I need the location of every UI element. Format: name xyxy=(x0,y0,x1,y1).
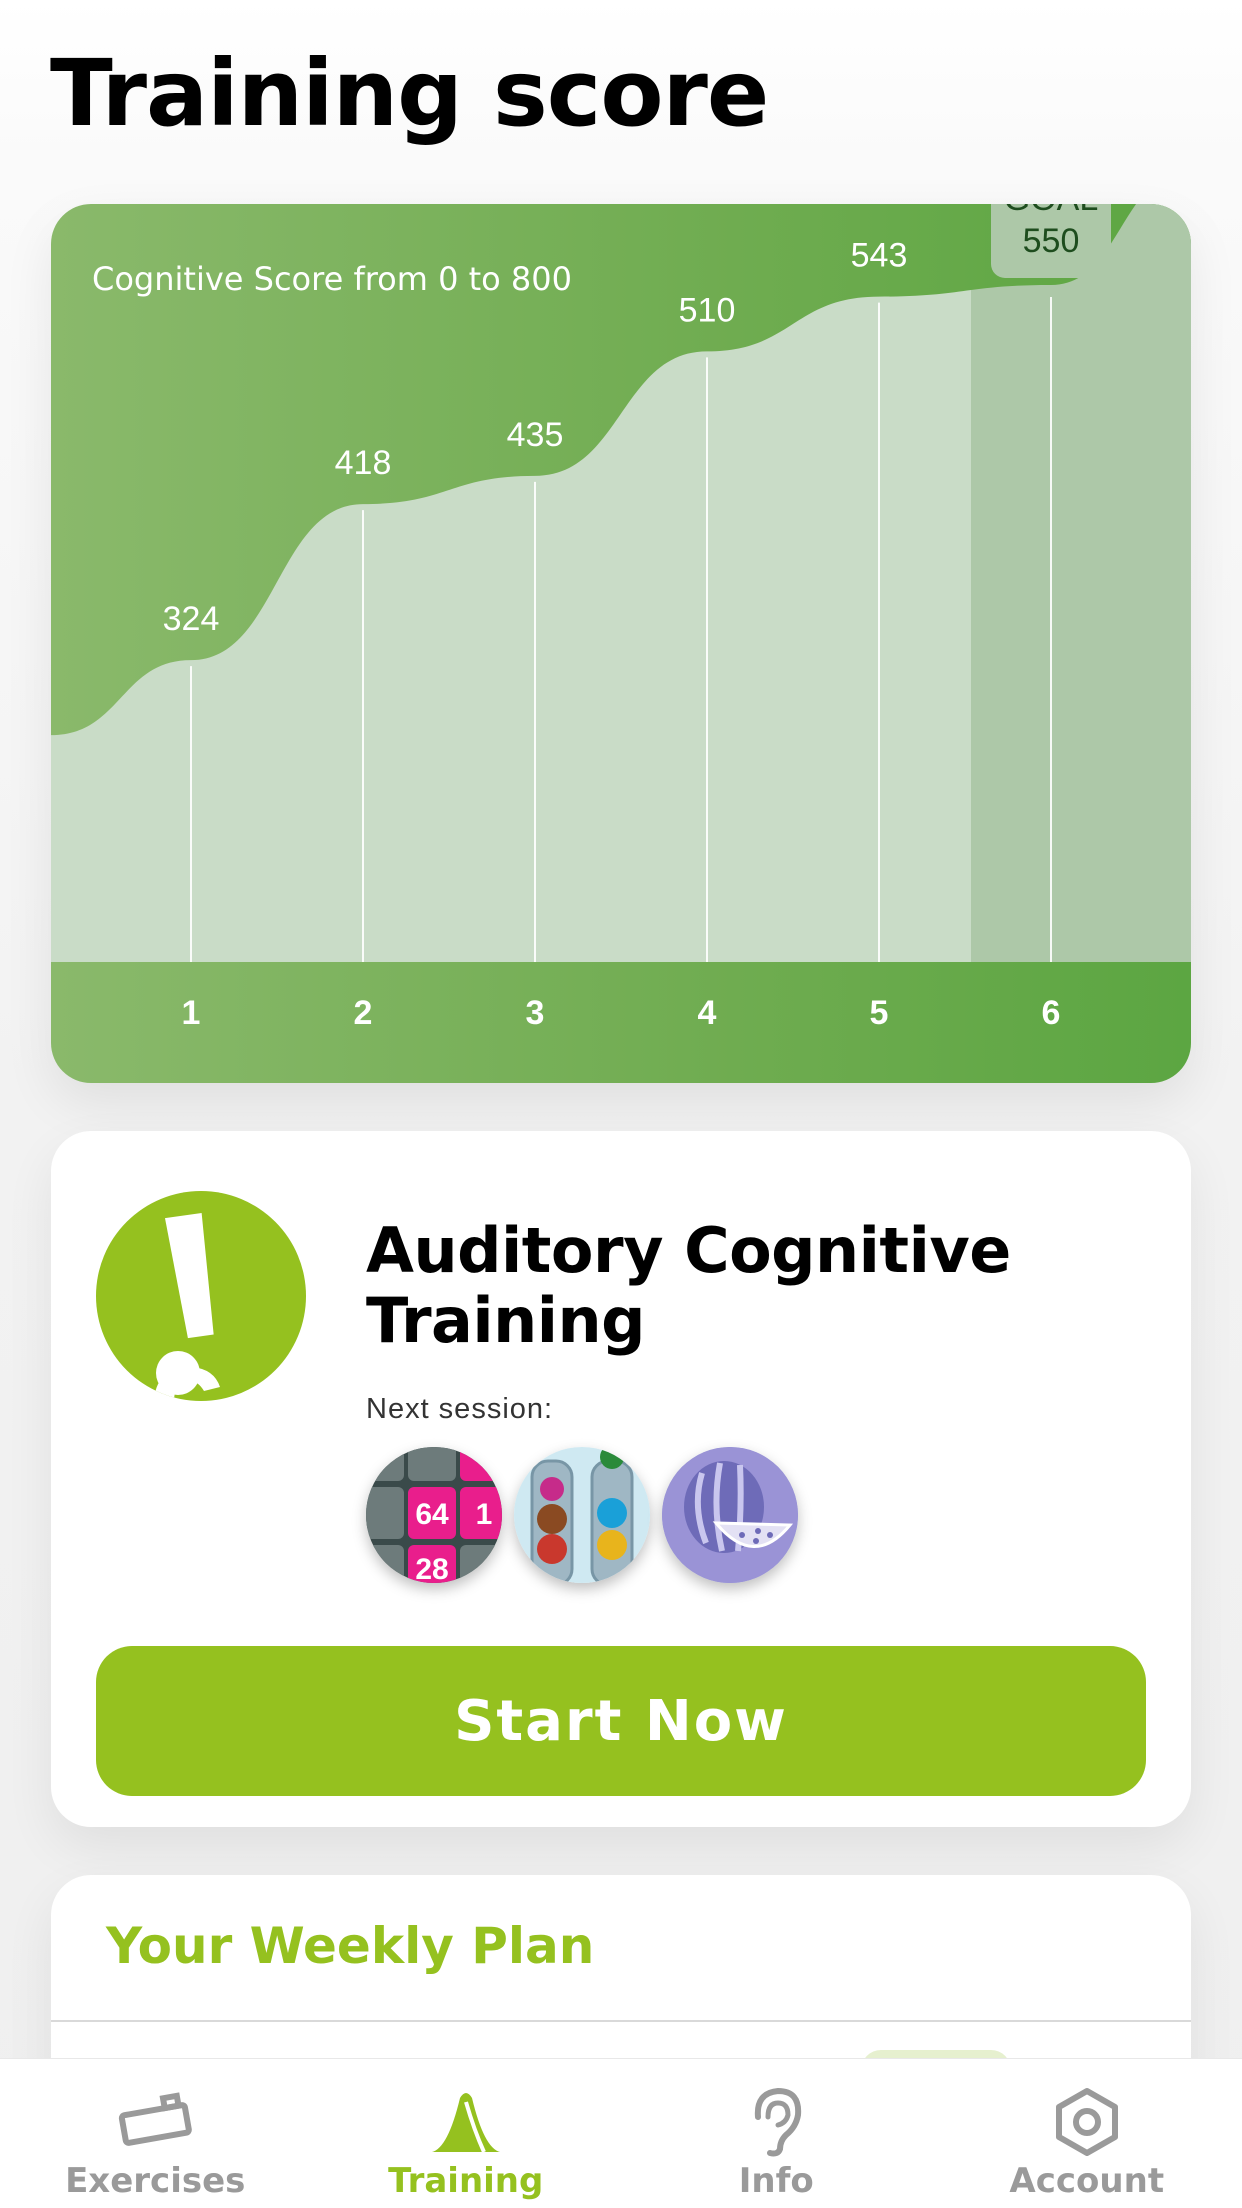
x-tick-label: 4 xyxy=(698,994,717,1032)
chart-title: Cognitive Score from 0 to 800 xyxy=(92,260,572,298)
tab-account[interactable]: Account xyxy=(932,2059,1242,2208)
tab-label: Info xyxy=(738,2161,814,2201)
tab-info[interactable]: Info xyxy=(621,2059,932,2208)
program-logo-icon xyxy=(96,1191,306,1401)
program-card[interactable]: Auditory Cognitive Training Next session… xyxy=(51,1131,1191,1827)
tile-value: 1 xyxy=(476,1498,493,1531)
data-label: 324 xyxy=(163,600,220,638)
tab-training[interactable]: Training xyxy=(311,2059,622,2208)
x-tick-label: 2 xyxy=(354,994,373,1032)
tile-value: 64 xyxy=(415,1498,449,1531)
exercises-icon xyxy=(115,2087,195,2157)
score-chart-card: 324 418 435 510 543 GOAL 550 1 2 3 4 5 6 Cognitive S… xyxy=(51,204,1191,1083)
score-chart: 324 418 435 510 543 GOAL 550 1 2 3 4 5 6 xyxy=(51,204,1191,1032)
hexagon-settings-icon xyxy=(1055,2087,1119,2157)
tab-label: Training xyxy=(388,2161,544,2201)
number-tiles-game-icon[interactable]: 64 1 28 xyxy=(366,1447,502,1583)
tab-label: Account xyxy=(1009,2161,1165,2201)
data-label: 435 xyxy=(507,416,564,454)
x-tick-label: 1 xyxy=(182,994,201,1032)
program-title: Auditory Cognitive Training xyxy=(366,1214,1011,1357)
page-title: Training score xyxy=(50,40,769,147)
goal-label: GOAL xyxy=(1004,204,1098,218)
x-tick-label: 5 xyxy=(870,994,889,1032)
goal-value: 550 xyxy=(1023,222,1080,260)
data-label: 418 xyxy=(335,444,392,482)
weekly-plan-title: Your Weekly Plan xyxy=(106,1917,595,1975)
tab-label: Exercises xyxy=(65,2161,246,2201)
ear-icon xyxy=(746,2087,806,2157)
tab-exercises[interactable]: Exercises xyxy=(0,2059,311,2208)
watermelon-game-icon[interactable] xyxy=(662,1447,798,1583)
data-label: 510 xyxy=(679,291,736,329)
x-tick-label: 3 xyxy=(526,994,545,1032)
ball-tubes-game-icon[interactable] xyxy=(514,1447,650,1583)
bottom-tab-bar: Exercises Training Info Account xyxy=(0,2058,1242,2208)
x-tick-label: 6 xyxy=(1042,994,1061,1032)
tile-value: 28 xyxy=(415,1553,448,1583)
next-session-label: Next session: xyxy=(366,1393,554,1425)
data-label: 543 xyxy=(851,237,908,275)
start-now-button[interactable]: Start Now xyxy=(96,1646,1146,1796)
weekly-divider xyxy=(51,2020,1191,2022)
training-icon xyxy=(426,2087,506,2157)
session-thumbnails: 64 1 28 xyxy=(366,1447,798,1583)
